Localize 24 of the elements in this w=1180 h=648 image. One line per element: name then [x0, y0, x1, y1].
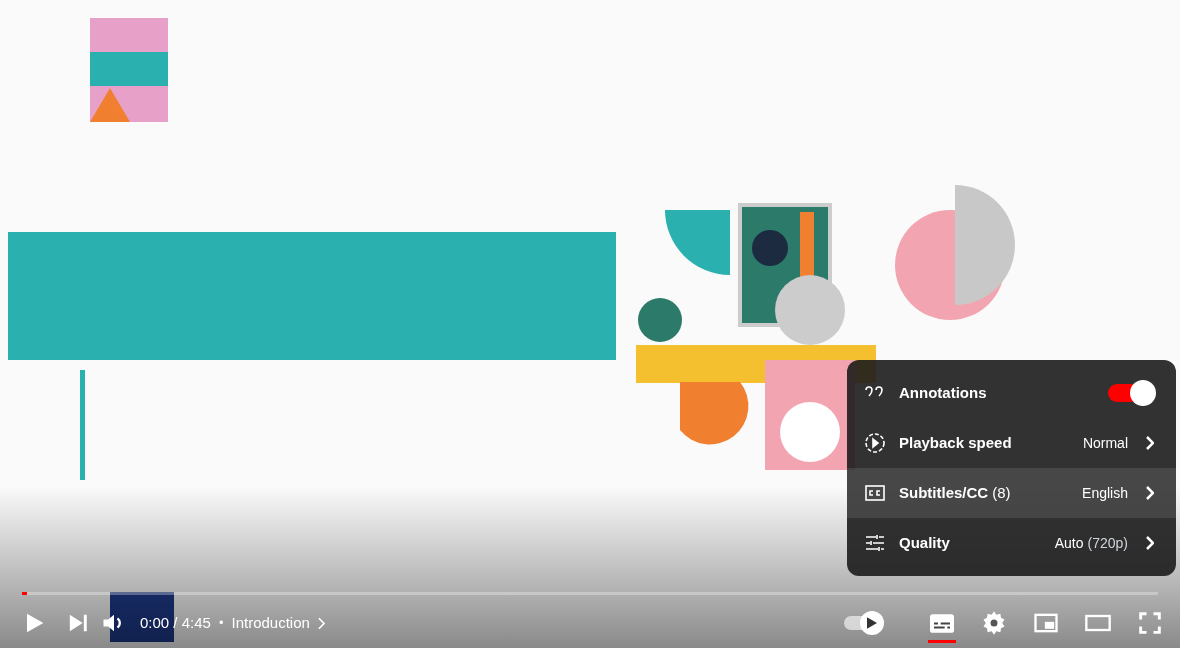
item-count: (8): [992, 482, 1011, 503]
menu-item[interactable]: Playback speed Normal: [847, 418, 1176, 468]
item-value-note: (720p): [1087, 533, 1128, 553]
menu-item[interactable]: Quality Auto (720p): [847, 518, 1176, 568]
item-label: Subtitles/CC: [899, 482, 989, 503]
chevron-right-icon: [1146, 486, 1154, 500]
item-value: English: [1082, 483, 1128, 503]
autoplay-toggle[interactable]: [844, 611, 884, 635]
time-display: 0:00 / 4:45: [140, 612, 211, 633]
playback-speed-icon: [863, 431, 887, 455]
chevron-right-icon: [1146, 436, 1154, 450]
menu-item[interactable]: Annotations: [847, 368, 1176, 418]
item-label: Annotations: [899, 382, 987, 403]
separator: •: [218, 614, 224, 633]
play-icon: [867, 617, 877, 629]
fullscreen-icon[interactable]: [1136, 609, 1164, 637]
settings-icon[interactable]: [980, 609, 1008, 637]
chevron-right-icon: [1146, 536, 1154, 550]
item-value: Auto: [1054, 533, 1084, 553]
menu-item[interactable]: Subtitles/CC (8) English: [847, 468, 1176, 518]
item-label: Playback speed: [899, 432, 1012, 453]
chevron-right-icon: [317, 616, 325, 630]
item-label: Quality: [899, 532, 950, 553]
item-value: Normal: [1082, 433, 1128, 453]
